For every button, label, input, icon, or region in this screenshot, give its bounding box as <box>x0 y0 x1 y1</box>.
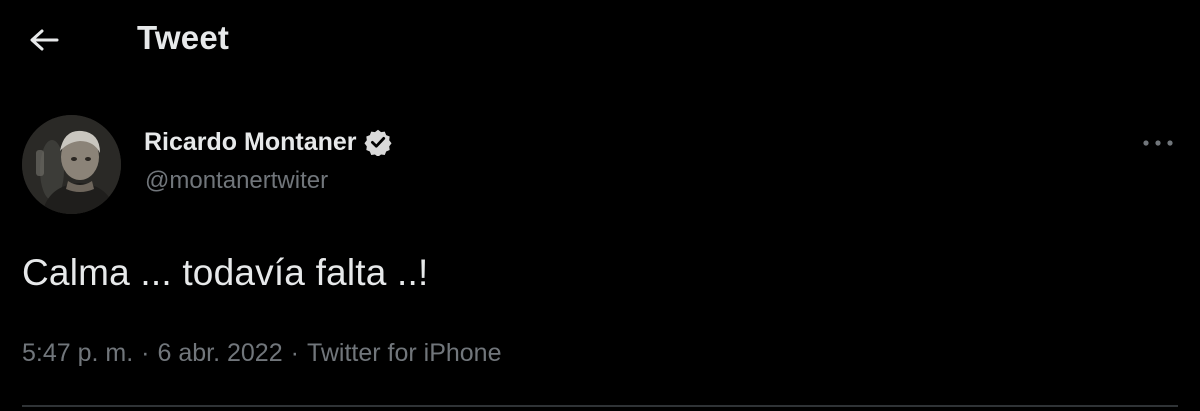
tweet-time[interactable]: 5:47 p. m. <box>22 339 133 368</box>
meta-separator: · <box>141 339 150 367</box>
tweet-metadata: 5:47 p. m. · 6 abr. 2022 · Twitter for i… <box>22 339 501 368</box>
avatar-image <box>22 115 121 214</box>
more-options-button[interactable] <box>1138 128 1178 158</box>
tweet-text: Calma ... todavía falta ..! <box>22 252 429 293</box>
arrow-left-icon <box>30 29 59 51</box>
page-title: Tweet <box>137 19 230 56</box>
divider <box>22 405 1178 407</box>
author-name-row: Ricardo Montaner <box>144 124 393 160</box>
tweet-date[interactable]: 6 abr. 2022 <box>158 339 283 368</box>
author-display-name[interactable]: Ricardo Montaner <box>144 128 357 157</box>
more-dots-icon <box>1143 140 1173 146</box>
meta-separator: · <box>290 339 299 367</box>
verified-badge-icon <box>363 127 393 157</box>
author-handle[interactable]: @montanertwiter <box>145 167 328 195</box>
back-button[interactable] <box>26 24 62 56</box>
top-bar: Tweet <box>0 0 1200 80</box>
avatar[interactable] <box>22 115 121 214</box>
tweet-source[interactable]: Twitter for iPhone <box>307 339 502 368</box>
